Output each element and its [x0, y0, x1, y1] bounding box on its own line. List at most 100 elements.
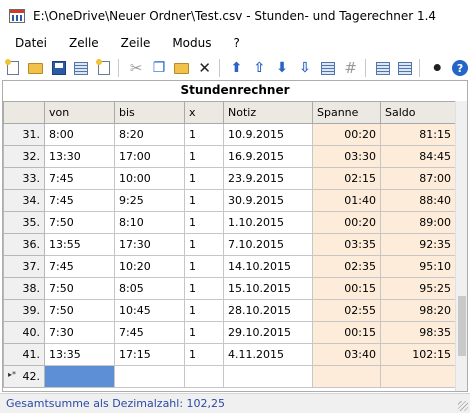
menu-help[interactable]: ? [234, 36, 240, 50]
cell-bis[interactable]: 7:45 [114, 321, 185, 344]
cell-x[interactable]: 1 [184, 211, 224, 234]
calendar-icon[interactable] [318, 58, 338, 78]
new-row: ▸* 42. [3, 365, 456, 388]
cell-saldo: 89:00 [380, 211, 456, 234]
selected-cell-von[interactable] [44, 365, 115, 388]
number-format-icon[interactable]: # [341, 58, 361, 78]
cell-von[interactable]: 7:45 [44, 255, 115, 278]
cell-von[interactable]: 13:30 [44, 145, 115, 168]
cell-bis[interactable]: 17:15 [114, 343, 185, 366]
cell-bis[interactable]: 8:05 [114, 277, 185, 300]
table-row: 38. 7:50 8:05 1 15.10.2015 00:15 95:25 [3, 277, 456, 300]
cell-x[interactable] [184, 365, 224, 388]
delete-row-icon[interactable] [395, 58, 415, 78]
cell-x[interactable]: 1 [184, 233, 224, 256]
cell-von[interactable]: 7:50 [44, 299, 115, 322]
cell-notiz[interactable]: 1.10.2015 [223, 211, 313, 234]
cell-von[interactable]: 13:35 [44, 343, 115, 366]
cell-notiz[interactable]: 23.9.2015 [223, 167, 313, 190]
menu-zelle[interactable]: Zelle [69, 36, 99, 50]
new-row-header[interactable]: ▸* 42. [3, 365, 45, 388]
settings-icon[interactable]: ⚫ [427, 58, 447, 78]
row-number[interactable]: 31. [3, 123, 45, 146]
help-icon[interactable]: ? [450, 58, 470, 78]
row-number[interactable]: 35. [3, 211, 45, 234]
cell-notiz[interactable]: 15.10.2015 [223, 277, 313, 300]
cell-x[interactable]: 1 [184, 167, 224, 190]
cell-x[interactable]: 1 [184, 189, 224, 212]
cell-von[interactable]: 13:55 [44, 233, 115, 256]
cell-x[interactable]: 1 [184, 321, 224, 344]
print-preview-icon[interactable] [94, 58, 114, 78]
move-down-icon[interactable]: ⬇ [272, 58, 292, 78]
column-header-saldo[interactable]: Saldo [380, 101, 456, 124]
cell-notiz[interactable]: 4.11.2015 [223, 343, 313, 366]
copy-icon[interactable]: ❐ [149, 58, 169, 78]
cell-notiz[interactable]: 7.10.2015 [223, 233, 313, 256]
cell-notiz[interactable]: 14.10.2015 [223, 255, 313, 278]
row-number[interactable]: 32. [3, 145, 45, 168]
column-header-notiz[interactable]: Notiz [223, 101, 313, 124]
cell-x[interactable]: 1 [184, 343, 224, 366]
cell-notiz[interactable]: 29.10.2015 [223, 321, 313, 344]
table-row: 35. 7:50 8:10 1 1.10.2015 00:20 89:00 [3, 211, 456, 234]
row-number[interactable]: 39. [3, 299, 45, 322]
cell-bis[interactable]: 17:00 [114, 145, 185, 168]
cell-von[interactable]: 7:45 [44, 167, 115, 190]
cell-bis[interactable]: 10:00 [114, 167, 185, 190]
cell-bis[interactable] [114, 365, 185, 388]
corner-header[interactable] [3, 101, 45, 124]
cell-von[interactable]: 7:50 [44, 277, 115, 300]
row-number[interactable]: 41. [3, 343, 45, 366]
column-header-x[interactable]: x [184, 101, 224, 124]
cell-x[interactable]: 1 [184, 145, 224, 168]
move-up-icon[interactable]: ⬆ [227, 58, 247, 78]
cell-notiz[interactable]: 10.9.2015 [223, 123, 313, 146]
open-folder-icon[interactable] [26, 58, 46, 78]
new-file-icon[interactable] [3, 58, 23, 78]
cut-icon[interactable]: ✂ [126, 58, 146, 78]
save-icon[interactable] [49, 58, 69, 78]
cell-notiz[interactable] [223, 365, 313, 388]
paste-icon[interactable] [172, 58, 192, 78]
menu-datei[interactable]: Datei [15, 36, 47, 50]
cell-x[interactable]: 1 [184, 255, 224, 278]
status-total: Gesamtsumme als Dezimalzahl: 102,25 [6, 397, 226, 410]
cell-x[interactable]: 1 [184, 277, 224, 300]
cell-notiz[interactable]: 16.9.2015 [223, 145, 313, 168]
move-bottom-icon[interactable]: ⇩ [295, 58, 315, 78]
row-number[interactable]: 40. [3, 321, 45, 344]
row-number[interactable]: 33. [3, 167, 45, 190]
save-as-icon[interactable] [72, 58, 92, 78]
table-row: 32. 13:30 17:00 1 16.9.2015 03:30 84:45 [3, 145, 456, 168]
cell-von[interactable]: 8:00 [44, 123, 115, 146]
cell-bis[interactable]: 10:20 [114, 255, 185, 278]
cell-bis[interactable]: 10:45 [114, 299, 185, 322]
delete-icon[interactable]: ✕ [195, 58, 215, 78]
column-header-von[interactable]: von [44, 101, 115, 124]
move-top-icon[interactable]: ⇧ [249, 58, 269, 78]
column-header-spanne[interactable]: Spanne [312, 101, 381, 124]
cell-notiz[interactable]: 28.10.2015 [223, 299, 313, 322]
resize-grip-icon[interactable] [458, 401, 468, 411]
insert-row-icon[interactable] [373, 58, 393, 78]
row-number[interactable]: 34. [3, 189, 45, 212]
cell-notiz[interactable]: 30.9.2015 [223, 189, 313, 212]
row-number[interactable]: 36. [3, 233, 45, 256]
row-number[interactable]: 38. [3, 277, 45, 300]
cell-von[interactable]: 7:50 [44, 211, 115, 234]
menu-zeile[interactable]: Zeile [121, 36, 151, 50]
cell-x[interactable]: 1 [184, 299, 224, 322]
cell-bis[interactable]: 8:10 [114, 211, 185, 234]
column-header-bis[interactable]: bis [114, 101, 185, 124]
cell-von[interactable]: 7:45 [44, 189, 115, 212]
cell-x[interactable]: 1 [184, 123, 224, 146]
cell-bis[interactable]: 9:25 [114, 189, 185, 212]
cell-bis[interactable]: 8:20 [114, 123, 185, 146]
row-number[interactable]: 37. [3, 255, 45, 278]
cell-bis[interactable]: 17:30 [114, 233, 185, 256]
menu-modus[interactable]: Modus [172, 36, 211, 50]
scrollbar-thumb[interactable] [458, 296, 466, 356]
vertical-scrollbar[interactable] [455, 101, 467, 391]
cell-von[interactable]: 7:30 [44, 321, 115, 344]
